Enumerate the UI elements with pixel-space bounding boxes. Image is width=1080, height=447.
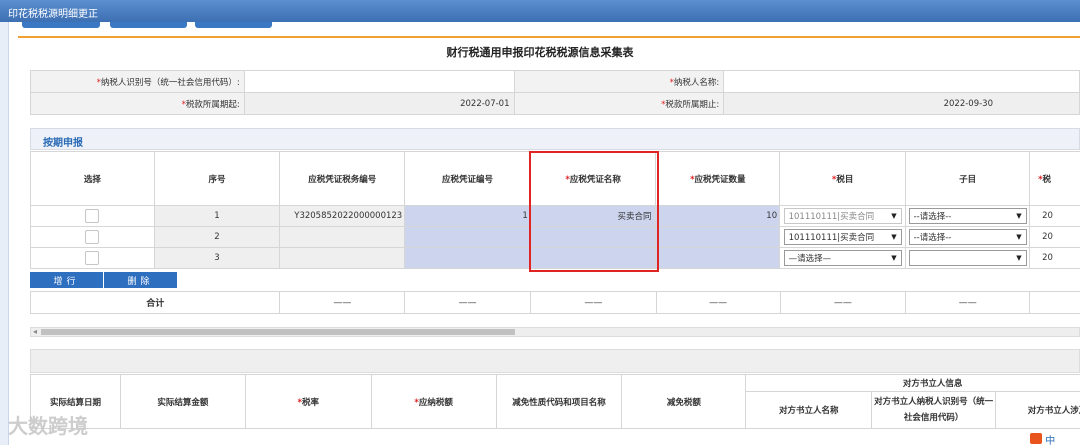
- counterparty-group: 对方书立人信息: [746, 375, 1080, 392]
- row-checkbox[interactable]: [85, 251, 99, 265]
- period-start-value: 2022-07-01: [244, 93, 514, 115]
- highlight-box: [529, 151, 659, 272]
- col-tax-payable: *应纳税额: [371, 375, 496, 429]
- left-strip: [0, 22, 9, 445]
- row-checkbox-cell: [31, 248, 155, 269]
- chevron-down-icon: ▼: [891, 233, 896, 241]
- total-cell: ——: [405, 292, 531, 314]
- total-cell: ——: [780, 292, 906, 314]
- row-sub-item-cell: --请选择--▼: [906, 206, 1030, 227]
- row-tax-item-cell: 101110111|买卖合同▼: [780, 206, 906, 227]
- row-tax-no: [280, 227, 405, 248]
- col-relief-amount: 减免税额: [622, 375, 746, 429]
- window-title: 印花税税源明细更正: [0, 0, 1080, 22]
- period-start-label: *税款所属期起:: [31, 93, 245, 115]
- row-voucher-qty[interactable]: [656, 248, 780, 269]
- sub-item-select[interactable]: --请选择--▼: [909, 208, 1027, 224]
- col-sub-item: 子目: [906, 152, 1030, 206]
- section-title: 按期申报: [30, 128, 1080, 150]
- taxpayer-name-label: *纳税人名称:: [514, 71, 724, 93]
- col-tax-item: *税目: [780, 152, 906, 206]
- delete-row-button[interactable]: 删除: [104, 272, 177, 288]
- total-label: 合计: [31, 292, 280, 314]
- sub-item-select[interactable]: ▼: [909, 250, 1027, 266]
- scrollbar-thumb[interactable]: [41, 329, 515, 335]
- col-tax-rate: *税率: [245, 375, 371, 429]
- taxpayer-info-table: *纳税人识别号（统一社会信用代码）: *纳税人名称: *税款所属期起: 2022…: [30, 70, 1080, 115]
- toolbar-button-1[interactable]: [22, 22, 100, 28]
- total-cell: ——: [280, 292, 405, 314]
- chevron-down-icon: ▼: [1016, 212, 1021, 220]
- row-rate: 20: [1030, 248, 1080, 269]
- col-seq: 序号: [154, 152, 280, 206]
- col-voucher-no: 应税凭证编号: [405, 152, 531, 206]
- row-seq: 1: [154, 206, 280, 227]
- row-sub-item-cell: --请选择--▼: [906, 227, 1030, 248]
- col-counterparty-amount: 对方书立人涉及: [996, 392, 1080, 429]
- settlement-table: 实际结算日期 实际结算金额 *税率 *应纳税额 减免性质代码和项目名称 减免税额…: [30, 374, 1080, 429]
- total-cell: ——: [656, 292, 780, 314]
- taxpayer-id-value: [244, 71, 514, 93]
- row-voucher-no[interactable]: 1: [405, 206, 531, 227]
- total-cell: ——: [531, 292, 657, 314]
- chevron-down-icon: ▼: [1016, 233, 1021, 241]
- row-voucher-no[interactable]: [405, 248, 531, 269]
- row-voucher-no[interactable]: [405, 227, 531, 248]
- divider: [18, 36, 1080, 38]
- taxpayer-id-label: *纳税人识别号（统一社会信用代码）:: [31, 71, 245, 93]
- add-row-button[interactable]: 增行: [30, 272, 103, 288]
- row-voucher-qty[interactable]: 10: [656, 206, 780, 227]
- period-end-label: *税款所属期止:: [514, 93, 724, 115]
- col-tax-no: 应税凭证税务编号: [280, 152, 405, 206]
- row-tax-item-cell: 101110111|买卖合同▼: [780, 227, 906, 248]
- tax-item-select[interactable]: —请选择—▼: [784, 250, 902, 266]
- col-select: 选择: [31, 152, 155, 206]
- row-tax-no: Y3205852022000000123: [280, 206, 405, 227]
- col-relief-code: 减免性质代码和项目名称: [496, 375, 622, 429]
- col-counterparty-id: 对方书立人纳税人识别号（统一社会信用代码）: [872, 392, 996, 429]
- col-voucher-qty: *应税凭证数量: [656, 152, 780, 206]
- watermark: 大数跨境: [8, 410, 88, 439]
- period-end-value: 2022-09-30: [724, 93, 1080, 115]
- language-badge: 中: [1030, 432, 1080, 445]
- scroll-left-icon[interactable]: ◂: [33, 327, 37, 336]
- chevron-down-icon: ▼: [891, 212, 896, 220]
- col-settle-amount: 实际结算金额: [120, 375, 245, 429]
- row-tax-item-cell: —请选择—▼: [780, 248, 906, 269]
- total-row: 合计 —— —— —— —— —— ——: [30, 291, 1080, 314]
- row-checkbox-cell: [31, 227, 155, 248]
- chevron-down-icon: ▼: [1016, 254, 1021, 262]
- row-seq: 2: [154, 227, 280, 248]
- chevron-down-icon: ▼: [891, 254, 896, 262]
- toolbar-button-2[interactable]: [110, 22, 187, 28]
- tax-item-select[interactable]: 101110111|买卖合同▼: [784, 229, 902, 245]
- toolbar-button-3[interactable]: [195, 22, 272, 28]
- total-cell: ——: [906, 292, 1030, 314]
- row-checkbox[interactable]: [85, 230, 99, 244]
- row-tax-no: [280, 248, 405, 269]
- col-rate: *税: [1030, 152, 1080, 206]
- row-sub-item-cell: ▼: [906, 248, 1030, 269]
- sub-item-select[interactable]: --请选择--▼: [909, 229, 1027, 245]
- page-title: 财行税通用申报印花税税源信息采集表: [0, 44, 1080, 60]
- row-rate: 20: [1030, 206, 1080, 227]
- tax-item-select[interactable]: 101110111|买卖合同▼: [784, 208, 902, 224]
- row-rate: 20: [1030, 227, 1080, 248]
- taxpayer-name-value: [724, 71, 1080, 93]
- row-checkbox-cell: [31, 206, 155, 227]
- row-checkbox[interactable]: [85, 209, 99, 223]
- col-counterparty-name: 对方书立人名称: [746, 392, 872, 429]
- horizontal-scrollbar[interactable]: ◂: [30, 327, 1080, 337]
- row-voucher-qty[interactable]: [656, 227, 780, 248]
- section-band: [30, 349, 1080, 373]
- row-seq: 3: [154, 248, 280, 269]
- total-cell: [1030, 292, 1080, 314]
